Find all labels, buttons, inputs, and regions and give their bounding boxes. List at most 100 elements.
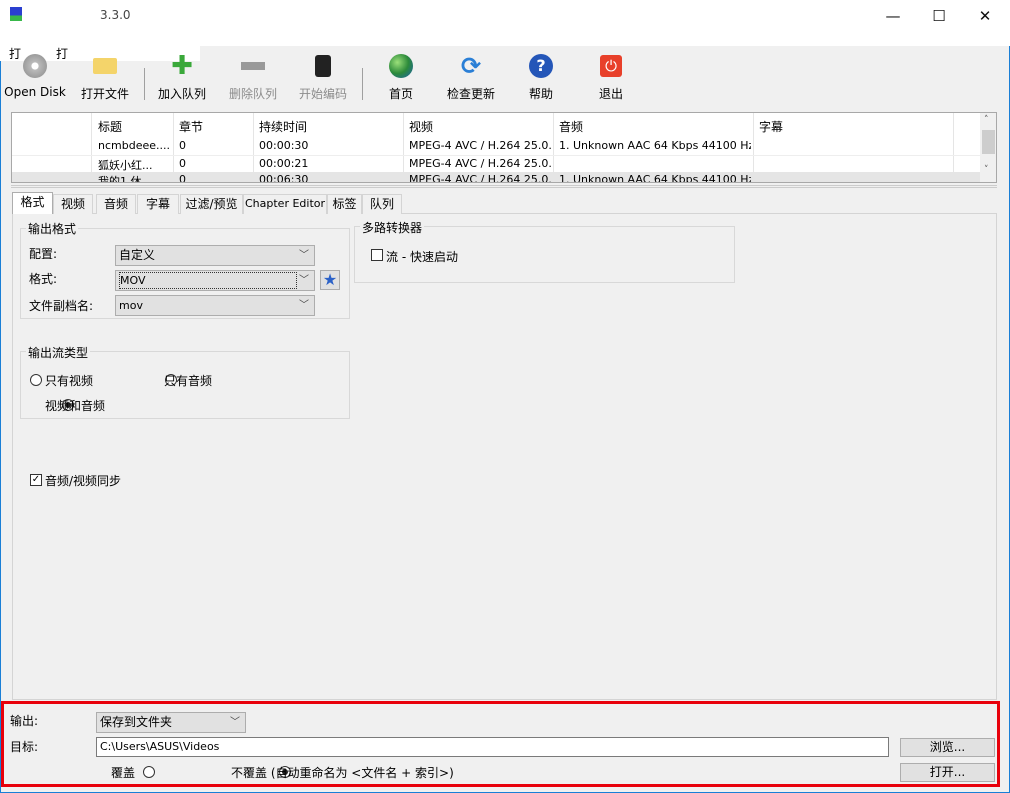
add-queue-button[interactable]: ✚ 加入队列 [147, 51, 217, 101]
tab-video[interactable]: 视频 [53, 194, 93, 214]
cell-video: MPEG-4 AVC / H.264 25.0... [409, 157, 551, 170]
av-sync-checkbox[interactable]: ✓ [30, 474, 42, 486]
toolbar-label: 开始编码 [298, 87, 347, 101]
fast-start-label: 流 - 快速启动 [386, 250, 458, 264]
cell-duration: 00:00:30 [259, 139, 309, 152]
cell-duration: 00:06:30 [259, 173, 309, 183]
profile-select[interactable]: 自定义 ﹀ [115, 245, 315, 266]
cell-duration: 00:00:21 [259, 157, 309, 170]
group-title: 输出格式 [26, 220, 79, 237]
column-header[interactable]: 音频 [559, 118, 583, 135]
scroll-down-icon[interactable]: ˅ [984, 165, 989, 175]
video-only-radio[interactable] [30, 374, 42, 386]
remove-queue-button[interactable]: 删除队列 [218, 52, 288, 101]
cell-title: 狐妖小红... [98, 159, 153, 172]
chevron-down-icon: ﹀ [299, 300, 309, 311]
no-overwrite-label: 不覆盖 (自动重命名为 <文件名 + 索引>) [231, 766, 454, 780]
table-row[interactable]: 我的1.休 0 00:06:30 MPEG-4 AVC / H.264 25.0… [12, 172, 980, 183]
format-label: 格式: [29, 272, 58, 286]
start-encode-button[interactable]: 开始编码 [288, 52, 358, 101]
tab-tags[interactable]: 标签 [327, 194, 362, 214]
favorite-button[interactable]: ★ [320, 270, 340, 290]
star-icon: ★ [322, 270, 338, 289]
file-list[interactable]: 标题 章节 持续时间 视频 音频 字幕 ncmbdeee.... 0 00:00… [11, 112, 997, 183]
profile-label: 配置: [29, 247, 58, 261]
help-icon: ? [529, 54, 553, 78]
overwrite-label: 覆盖 [111, 766, 136, 780]
scroll-up-icon[interactable]: ˄ [984, 115, 989, 125]
fast-start-checkbox[interactable] [371, 249, 383, 261]
maximize-button[interactable]: ☐ [916, 6, 962, 26]
scroll-thumb[interactable] [982, 130, 995, 154]
cell-video: MPEG-4 AVC / H.264 25.0... [409, 173, 551, 183]
vertical-scrollbar[interactable]: ˄ ˅ [980, 113, 996, 182]
close-button[interactable]: ✕ [962, 6, 1008, 26]
chevron-down-icon: ﹀ [299, 275, 309, 286]
av-sync-label: 音频/视频同步 [45, 474, 122, 488]
encode-icon [315, 55, 331, 77]
toolbar-label: 删除队列 [228, 87, 277, 101]
video-and-audio-label: 视频和音频 [45, 399, 106, 413]
refresh-icon: ⟳ [460, 52, 482, 80]
column-header[interactable]: 标题 [98, 118, 122, 135]
extension-label: 文件副档名: [29, 299, 94, 313]
tab-filter-preview[interactable]: 过滤/预览 [180, 194, 243, 214]
title-bar: 3.3.0 — ☐ ✕ [0, 0, 1010, 46]
output-select[interactable]: 保存到文件夹 ﹀ [96, 712, 246, 733]
tab-audio[interactable]: 音频 [96, 194, 136, 214]
exit-button[interactable]: ⏻ 退出 [576, 52, 646, 101]
selected-value: 自定义 [119, 248, 156, 262]
selected-value: 保存到文件夹 [100, 715, 173, 729]
cell-chapter: 0 [179, 173, 186, 183]
column-header[interactable]: 视频 [409, 118, 433, 135]
group-title: 输出流类型 [26, 344, 91, 361]
splitter[interactable] [11, 185, 997, 188]
column-header[interactable]: 章节 [179, 118, 203, 135]
home-button[interactable]: 首页 [366, 52, 436, 101]
open-disk-button[interactable]: Open Disk [0, 52, 70, 99]
target-label: 目标: [10, 740, 39, 754]
column-header[interactable]: 字幕 [759, 118, 783, 135]
add-queue-icon: ✚ [171, 51, 193, 81]
toolbar-separator [362, 68, 363, 100]
cell-chapter: 0 [179, 157, 186, 170]
cell-audio: 1. Unknown AAC 64 Kbps 44100 Hz ... [559, 139, 751, 152]
tab-chapter-editor[interactable]: Chapter Editor [243, 194, 327, 214]
tab-queue[interactable]: 队列 [362, 194, 402, 214]
toolbar-label: 帮助 [528, 87, 553, 101]
toolbar-separator [144, 68, 145, 100]
window-title: 3.3.0 [100, 8, 131, 22]
browse-button[interactable]: 浏览... [900, 738, 995, 757]
selected-value: mov [119, 299, 143, 312]
table-row[interactable]: 狐妖小红... 0 00:00:21 MPEG-4 AVC / H.264 25… [12, 155, 980, 172]
globe-icon [389, 54, 413, 78]
toolbar-label: 加入队列 [157, 87, 206, 101]
cell-chapter: 0 [179, 139, 186, 152]
output-label: 输出: [10, 714, 39, 728]
app-icon [10, 7, 22, 21]
selected-value: MOV [119, 272, 297, 289]
minimize-button[interactable]: — [870, 6, 916, 26]
disc-icon [23, 54, 47, 78]
help-button[interactable]: ? 帮助 [506, 52, 576, 101]
column-header[interactable]: 持续时间 [259, 118, 307, 135]
input-value: C:\Users\ASUS\Videos [100, 740, 220, 753]
cell-audio: 1. Unknown AAC 64 Kbps 44100 Hz [559, 173, 751, 183]
format-select[interactable]: MOV ﹀ [115, 270, 315, 291]
folder-open-icon [93, 58, 117, 74]
toolbar-label: 退出 [598, 87, 623, 101]
tab-subtitle[interactable]: 字幕 [137, 194, 179, 214]
open-file-button[interactable]: 打开文件 [70, 52, 140, 101]
power-icon: ⏻ [600, 55, 622, 77]
toolbar-label: 检查更新 [446, 87, 495, 101]
cell-title: ncmbdeee.... [98, 139, 170, 152]
toolbar-label: Open Disk [4, 85, 66, 99]
target-path-input[interactable]: C:\Users\ASUS\Videos [96, 737, 889, 757]
tab-format[interactable]: 格式 [12, 192, 53, 214]
cell-title: 我的1.休 [98, 175, 142, 183]
table-row[interactable]: ncmbdeee.... 0 00:00:30 MPEG-4 AVC / H.2… [12, 138, 980, 154]
check-update-button[interactable]: ⟳ 检查更新 [436, 52, 506, 101]
open-folder-button[interactable]: 打开... [900, 763, 995, 782]
toolbar-label: 打开文件 [80, 87, 129, 101]
extension-select[interactable]: mov ﹀ [115, 295, 315, 316]
